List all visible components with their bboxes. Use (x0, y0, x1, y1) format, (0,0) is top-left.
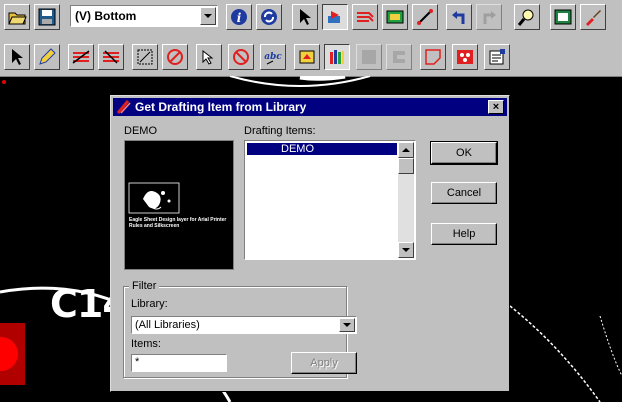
copper-pour-icon[interactable] (98, 44, 124, 70)
dialog-titlebar[interactable]: Get Drafting Item from Library × (113, 98, 507, 116)
list-item[interactable]: DEMO (247, 143, 397, 155)
items-list-label: Drafting Items: (244, 125, 316, 137)
board-outline-icon[interactable] (382, 4, 408, 30)
chevron-down-icon[interactable] (339, 318, 355, 332)
apply-button[interactable]: Apply (291, 352, 357, 374)
refresh-icon[interactable] (256, 4, 282, 30)
ok-button[interactable]: OK (430, 141, 498, 165)
dimension-icon[interactable] (356, 44, 382, 70)
info-icon[interactable]: i (226, 4, 252, 30)
draw-pencil-icon[interactable] (34, 44, 60, 70)
toolbar-area: (V) Bottom i abc (0, 0, 622, 77)
ordinate-icon[interactable] (386, 44, 412, 70)
route-traces-icon[interactable] (352, 4, 378, 30)
preview-image: Eagle Sheet Design layer for Arial Print… (124, 140, 234, 270)
cancel-button[interactable]: Cancel (431, 182, 497, 204)
place-arrow-icon[interactable] (196, 44, 222, 70)
place-component-icon[interactable] (322, 4, 348, 30)
svg-text:abc: abc (264, 52, 282, 62)
drafting-items-list[interactable]: DEMO (244, 140, 416, 260)
pad-stack-icon[interactable] (452, 44, 478, 70)
library-label: Library: (131, 298, 168, 310)
library-select[interactable]: (All Libraries) (131, 316, 357, 334)
items-filter-label: Items: (131, 338, 161, 350)
no-copper-icon[interactable] (228, 44, 254, 70)
layer-select-value: (V) Bottom (75, 9, 137, 23)
text-abc-icon[interactable]: abc (260, 44, 286, 70)
no-route-icon[interactable] (162, 44, 188, 70)
drafting-item-icon[interactable] (294, 44, 320, 70)
copper-fill-icon[interactable] (68, 44, 94, 70)
scroll-down-icon[interactable] (398, 242, 414, 258)
chevron-down-icon[interactable] (200, 7, 216, 25)
library-books-icon[interactable] (324, 44, 350, 70)
connection-icon[interactable] (412, 4, 438, 30)
preview-caption: Eagle Sheet Design layer for Arial Print… (129, 217, 227, 229)
zoom-icon[interactable] (514, 4, 540, 30)
app-logo-icon (116, 100, 131, 114)
layer-select[interactable]: (V) Bottom (70, 5, 218, 27)
select-arrow-icon[interactable] (4, 44, 30, 70)
outline-shape-icon[interactable] (420, 44, 446, 70)
keepout-icon[interactable] (132, 44, 158, 70)
save-disk-icon[interactable] (34, 4, 60, 30)
dialog-title: Get Drafting Item from Library (135, 100, 307, 114)
properties-icon[interactable] (484, 44, 510, 70)
redo-icon[interactable] (476, 4, 502, 30)
paint-brush-icon[interactable] (580, 4, 606, 30)
open-folder-icon[interactable] (4, 4, 30, 30)
library-dialog: Get Drafting Item from Library × DEMO Dr… (110, 95, 510, 392)
library-select-value: (All Libraries) (135, 319, 200, 331)
board-view-icon[interactable] (550, 4, 576, 30)
list-scrollbar[interactable] (398, 142, 414, 258)
scroll-thumb[interactable] (398, 158, 414, 174)
pointer-icon[interactable] (292, 4, 318, 30)
undo-icon[interactable] (446, 4, 472, 30)
svg-text:i: i (237, 11, 242, 25)
help-button[interactable]: Help (431, 223, 497, 245)
items-filter-input[interactable]: * (131, 354, 227, 372)
scroll-up-icon[interactable] (398, 142, 414, 158)
preview-label: DEMO (124, 125, 157, 137)
close-icon[interactable]: × (488, 100, 504, 114)
filter-title: Filter (129, 280, 160, 292)
